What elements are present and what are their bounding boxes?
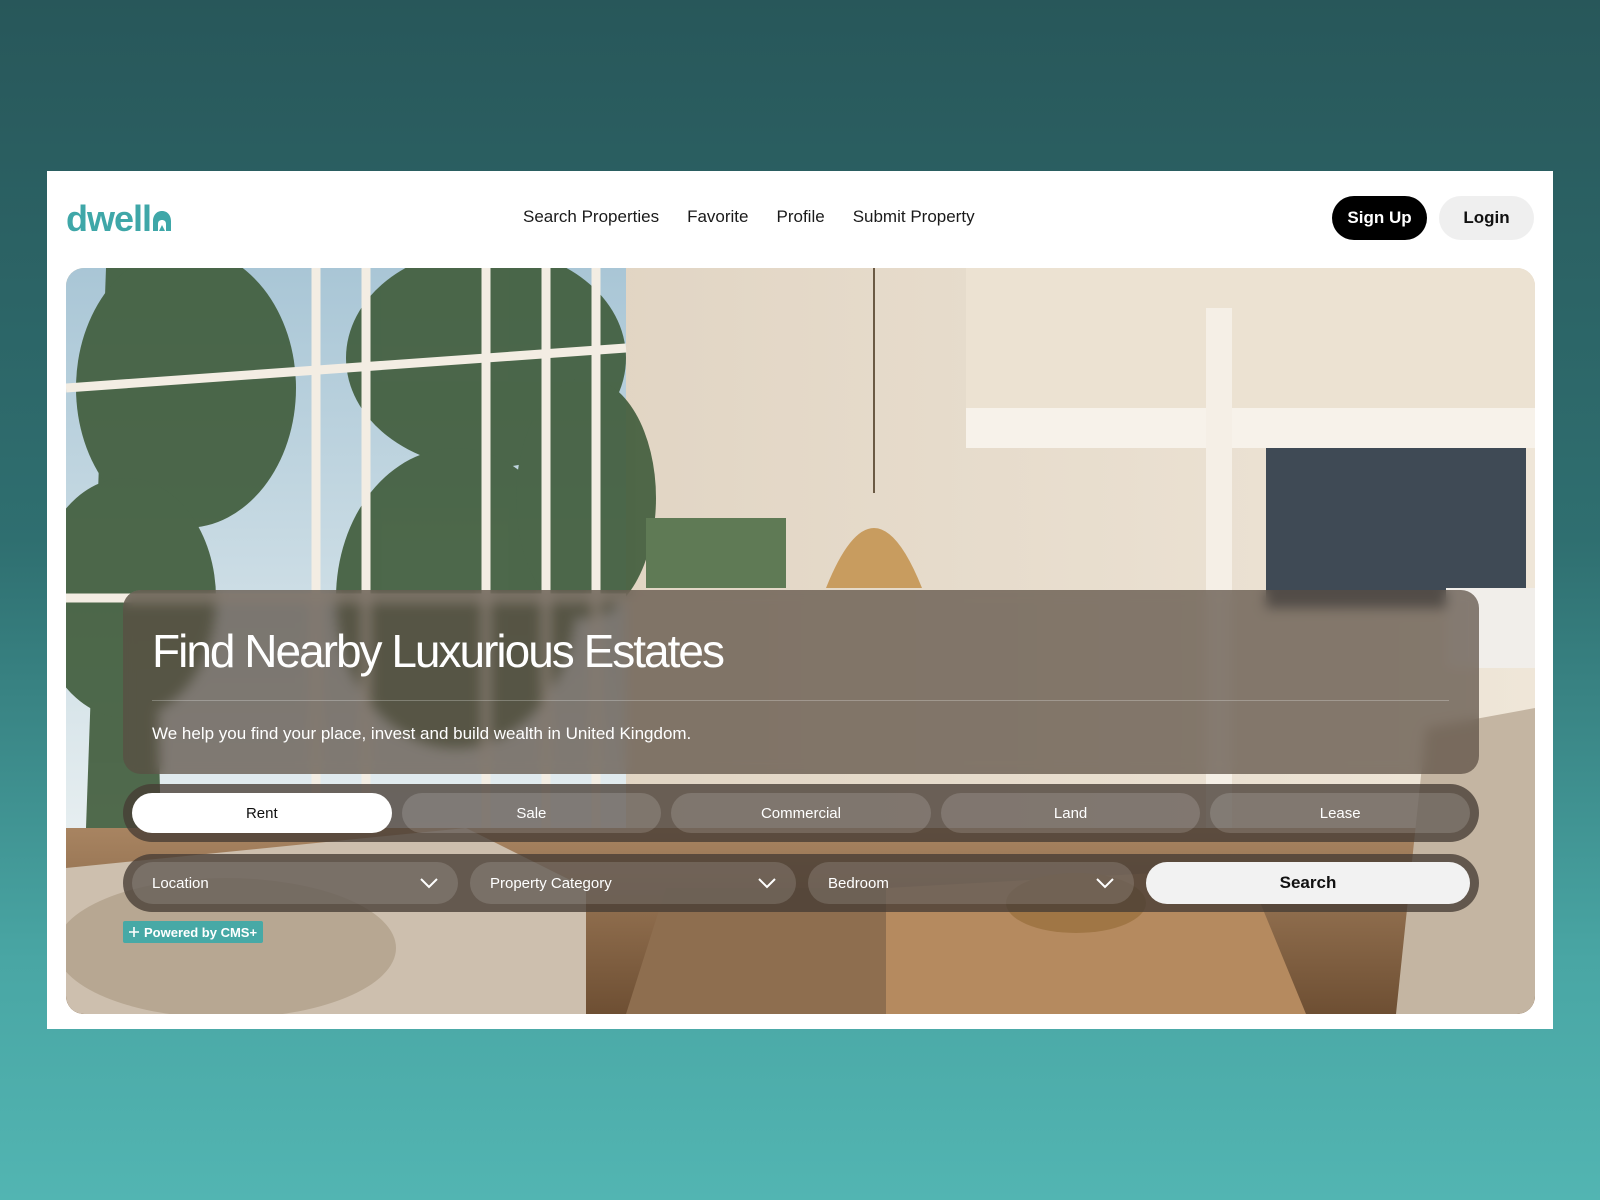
bedroom-select[interactable]: Bedroom <box>808 862 1134 904</box>
property-category-select[interactable]: Property Category <box>470 862 796 904</box>
nav-profile[interactable]: Profile <box>777 207 825 227</box>
listing-type-tabs: Rent Sale Commercial Land Lease <box>123 784 1479 842</box>
tab-commercial[interactable]: Commercial <box>671 793 931 833</box>
tab-sale[interactable]: Sale <box>401 793 662 833</box>
login-button[interactable]: Login <box>1439 196 1534 240</box>
sign-up-button[interactable]: Sign Up <box>1332 196 1427 240</box>
panel-divider <box>152 700 1449 701</box>
main-nav: Search Properties Favorite Profile Submi… <box>523 207 975 227</box>
plus-icon <box>129 927 139 937</box>
location-select-label: Location <box>152 874 209 892</box>
logo[interactable]: dwell <box>66 198 172 239</box>
property-category-label: Property Category <box>490 874 612 892</box>
hero-panel: Find Nearby Luxurious Estates We help yo… <box>123 590 1479 774</box>
tab-rent[interactable]: Rent <box>132 793 392 833</box>
house-logo-icon <box>153 211 172 231</box>
bedroom-select-label: Bedroom <box>828 874 889 892</box>
chevron-down-icon <box>420 878 438 889</box>
hero-subtitle: We help you find your place, invest and … <box>152 724 692 743</box>
logo-text: dwell <box>66 198 152 239</box>
search-filters: Location Property Category Bedroom Searc… <box>123 854 1479 912</box>
powered-by-text: Powered by CMS+ <box>144 924 258 940</box>
chevron-down-icon <box>758 878 776 889</box>
powered-by-badge[interactable]: Powered by CMS+ <box>123 921 264 943</box>
nav-search-properties[interactable]: Search Properties <box>523 207 659 227</box>
hero-section: Find Nearby Luxurious Estates We help yo… <box>66 268 1535 1014</box>
location-select[interactable]: Location <box>132 862 458 904</box>
site-frame: dwell Search Properties Favorite Profile… <box>47 171 1553 1029</box>
tab-lease[interactable]: Lease <box>1210 793 1470 833</box>
search-button[interactable]: Search <box>1146 862 1470 904</box>
nav-favorite[interactable]: Favorite <box>687 207 748 227</box>
hero-headline: Find Nearby Luxurious Estates <box>152 625 725 677</box>
nav-submit-property[interactable]: Submit Property <box>853 207 975 227</box>
tab-land[interactable]: Land <box>940 793 1201 833</box>
chevron-down-icon <box>1096 878 1114 889</box>
